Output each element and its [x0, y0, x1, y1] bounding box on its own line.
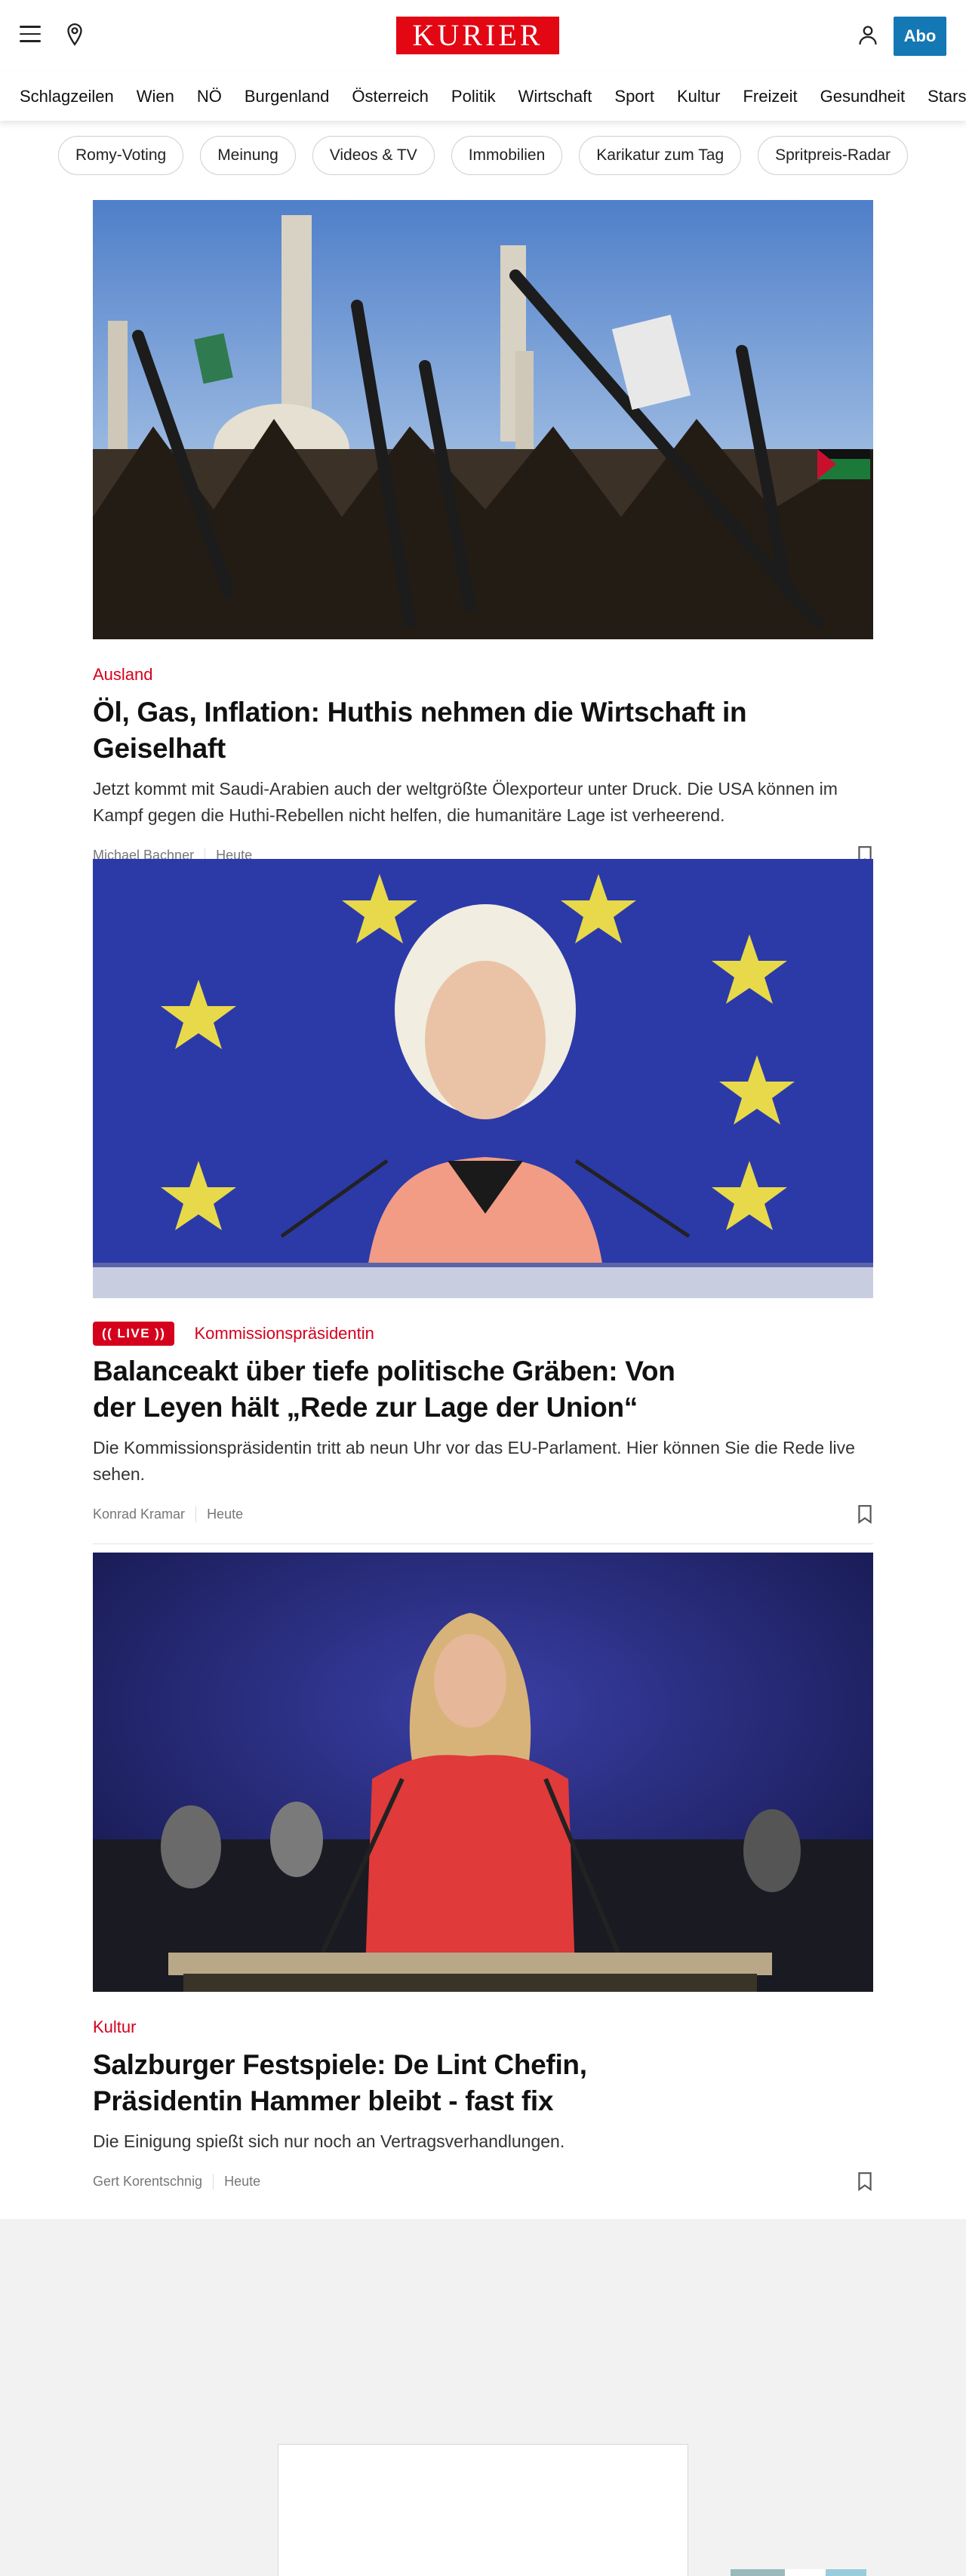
article-date: Heute	[224, 2173, 261, 2189]
pill-videos-tv[interactable]: Videos & TV	[312, 136, 435, 175]
pill-spritpreis-radar[interactable]: Spritpreis-Radar	[758, 136, 909, 175]
nav-item-wirtschaft[interactable]: Wirtschaft	[518, 87, 592, 106]
title-line: Salzburger Festspiele: De Lint Chefin,	[93, 2049, 587, 2080]
nav-item-oesterreich[interactable]: Österreich	[352, 87, 428, 106]
nav-item-kultur[interactable]: Kultur	[677, 87, 720, 106]
topic-pills: Romy-Voting Meinung Videos & TV Immobili…	[0, 136, 966, 178]
article-teaser: Die Kommissionspräsidentin tritt ab neun…	[93, 1438, 855, 1484]
nav-item-gesundheit[interactable]: Gesundheit	[820, 87, 906, 106]
location-pin-icon[interactable]	[65, 23, 85, 47]
title-line: Balanceakt über tiefe politische Gräben:…	[93, 1356, 675, 1386]
article-card[interactable]: Kultur Salzburger Festspiele: De Lint Ch…	[93, 1553, 873, 2193]
live-signal-icon: ))	[155, 1326, 166, 1340]
pill-karikatur[interactable]: Karikatur zum Tag	[579, 136, 742, 175]
article-image-von-der-leyen[interactable]	[93, 859, 873, 1298]
article-meta: Gert Korentschnig Heute	[93, 2170, 873, 2193]
article-teaser: Jetzt kommt mit Saudi-Arabien auch der w…	[93, 779, 838, 825]
nav-item-burgenland[interactable]: Burgenland	[245, 87, 330, 106]
article-card[interactable]: (( LIVE )) Kommissionspräsidentin Balanc…	[93, 859, 873, 1544]
nav-item-stars[interactable]: Stars	[928, 87, 966, 106]
partial-thumbnail[interactable]	[731, 2569, 866, 2576]
menu-icon[interactable]	[20, 26, 41, 44]
article-image-salzburger-festspiele[interactable]	[93, 1553, 873, 1992]
article-kicker[interactable]: Kommissionspräsidentin	[194, 1324, 374, 1343]
article-author[interactable]: Konrad Kramar	[93, 1506, 197, 1522]
article-author[interactable]: Gert Korentschnig	[93, 2173, 214, 2190]
pill-meinung[interactable]: Meinung	[200, 136, 296, 175]
pill-immobilien[interactable]: Immobilien	[451, 136, 563, 175]
user-icon[interactable]	[857, 24, 878, 45]
bookmark-icon[interactable]	[857, 2171, 873, 2191]
article-title[interactable]: Öl, Gas, Inflation: Huthis nehmen die Wi…	[93, 694, 873, 767]
ad-placeholder[interactable]	[278, 2444, 688, 2576]
divider	[93, 1543, 873, 1544]
article-teaser: Die Einigung spießt sich nur noch an Ver…	[93, 2131, 565, 2151]
nav-item-politik[interactable]: Politik	[451, 87, 496, 106]
article-title[interactable]: Balanceakt über tiefe politische Gräben:…	[93, 1353, 873, 1426]
main-navigation: Schlagzeilen Wien NÖ Burgenland Österrei…	[0, 72, 966, 121]
title-line: Präsidentin Hammer bleibt - fast fix	[93, 2085, 554, 2116]
nav-item-noe[interactable]: NÖ	[197, 87, 222, 106]
live-badge: (( LIVE ))	[93, 1322, 175, 1346]
article-card[interactable]: Ausland Öl, Gas, Inflation: Huthis nehme…	[93, 200, 873, 885]
site-header: KURIER Abo	[0, 0, 966, 72]
bookmark-icon[interactable]	[857, 1504, 873, 1524]
abo-button[interactable]: Abo	[894, 17, 946, 56]
nav-item-sport[interactable]: Sport	[614, 87, 654, 106]
nav-item-freizeit[interactable]: Freizeit	[743, 87, 797, 106]
kurier-logo[interactable]: KURIER	[396, 17, 559, 54]
article-date: Heute	[207, 1506, 244, 1522]
live-signal-icon: ((	[102, 1326, 113, 1340]
nav-item-wien[interactable]: Wien	[137, 87, 174, 106]
title-line: der Leyen hält „Rede zur Lage der Union“	[93, 1392, 638, 1423]
pill-romy-voting[interactable]: Romy-Voting	[57, 136, 184, 175]
article-kicker[interactable]: Kultur	[93, 2017, 136, 2037]
article-kicker[interactable]: Ausland	[93, 665, 153, 685]
article-meta: Konrad Kramar Heute	[93, 1503, 873, 1525]
article-image-huthi-rally[interactable]	[93, 200, 873, 639]
nav-item-schlagzeilen[interactable]: Schlagzeilen	[20, 87, 114, 106]
live-label: LIVE	[117, 1326, 151, 1340]
article-title[interactable]: Salzburger Festspiele: De Lint Chefin, P…	[93, 2047, 873, 2119]
